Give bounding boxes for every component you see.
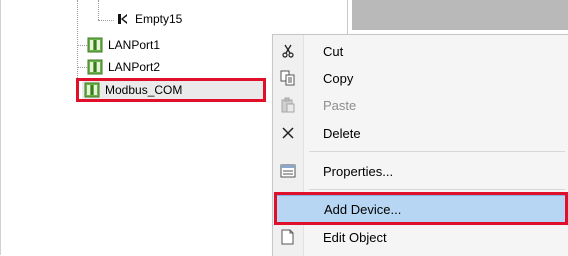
- menu-item-cut[interactable]: Cut: [275, 38, 567, 64]
- menu-item-paste[interactable]: Paste: [275, 92, 567, 118]
- tree-item-lanport2[interactable]: LANPort2: [87, 57, 160, 77]
- scissors-icon: [275, 38, 301, 64]
- editor-background-area: [352, 0, 568, 30]
- delete-icon: [275, 120, 301, 146]
- tree-item-label: LANPort2: [108, 60, 161, 74]
- device-icon: [87, 37, 103, 53]
- menu-item-properties[interactable]: Properties...: [275, 158, 567, 184]
- paste-icon: [275, 92, 301, 118]
- menu-item-delete[interactable]: Delete: [275, 120, 567, 146]
- tree-item-lanport1[interactable]: LANPort1: [87, 35, 160, 55]
- tree-connector-vertical-child: [98, 0, 99, 20]
- tree-connector-horizontal: [77, 67, 87, 68]
- menu-item-copy[interactable]: Copy: [275, 65, 567, 91]
- menu-item-highlight-frame: [274, 192, 568, 225]
- copy-icon: [275, 65, 301, 91]
- empty-slot-icon: [116, 12, 130, 26]
- edit-object-icon: [275, 224, 301, 250]
- tree-item-label: LANPort1: [108, 38, 161, 52]
- menu-separator: [309, 151, 565, 152]
- menu-separator: [309, 189, 565, 190]
- menu-item-edit-object[interactable]: Edit Object: [275, 224, 567, 250]
- tree-item-empty15[interactable]: Empty15: [116, 9, 182, 29]
- device-icon: [87, 59, 103, 75]
- properties-icon: [275, 158, 301, 184]
- tree-connector-horizontal: [98, 20, 114, 21]
- tree-connector-horizontal: [77, 45, 87, 46]
- panel-left-border: [0, 0, 1, 255]
- tree-item-label: Empty15: [135, 12, 183, 26]
- tree-item-highlight-frame: [76, 78, 266, 102]
